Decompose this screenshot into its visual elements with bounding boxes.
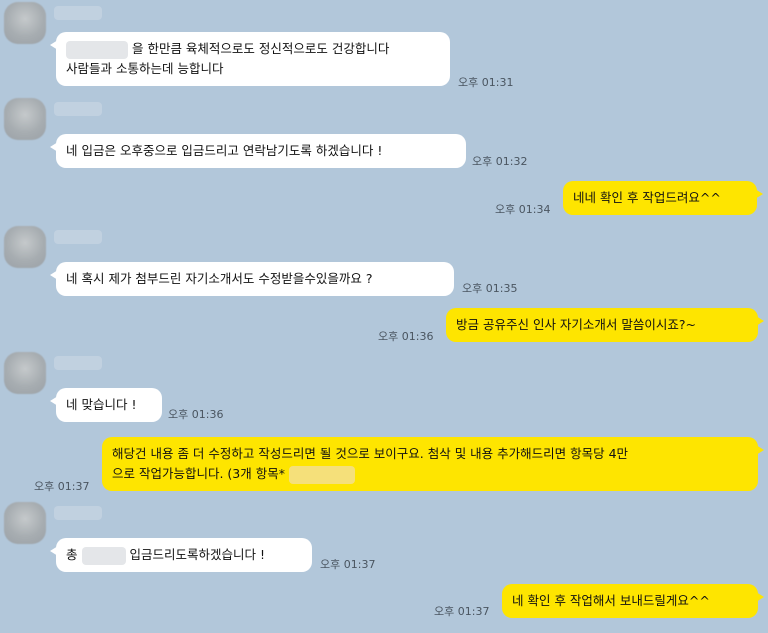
message-bubble-outgoing: 방금 공유주신 인사 자기소개서 말씀이시죠?~: [446, 308, 764, 342]
message-text: 으로 작업가능합니다. (3개 항목*: [112, 466, 285, 481]
sender-name: [54, 356, 102, 370]
message-text: 사람들과 소통하는데 능합니다: [66, 61, 224, 76]
sender-name: [54, 6, 102, 20]
message-text: 네네 확인 후 작업드려요^^: [573, 190, 721, 205]
message-text: 방금 공유주신 인사 자기소개서 말씀이시죠?~: [456, 317, 697, 332]
avatar[interactable]: [4, 2, 46, 44]
message-bubble-outgoing: 네네 확인 후 작업드려요^^: [563, 181, 763, 215]
message-time: 오후 01:37: [320, 558, 376, 571]
message-time: 오후 01:34: [495, 203, 551, 216]
redacted-text: [81, 546, 126, 565]
message-bubble-incoming: 네 맞습니다 !: [50, 388, 162, 422]
message-text: 네 맞습니다 !: [66, 397, 137, 412]
message-bubble-outgoing: 네 확인 후 작업해서 보내드릴게요^^: [502, 584, 764, 618]
redacted-text: [66, 40, 128, 59]
message-bubble-incoming: 을 한만큼 육체적으로도 정신적으로도 건강합니다 사람들과 소통하는데 능합니…: [50, 32, 450, 86]
avatar[interactable]: [4, 226, 46, 268]
message-text: 네 입금은 오후중으로 입금드리고 연락남기도록 하겠습니다 !: [66, 143, 383, 158]
avatar[interactable]: [4, 352, 46, 394]
message-text: 해당건 내용 좀 더 수정하고 작성드리면 될 것으로 보이구요. 첨삭 및 내…: [112, 446, 629, 461]
message-bubble-outgoing: 해당건 내용 좀 더 수정하고 작성드리면 될 것으로 보이구요. 첨삭 및 내…: [102, 437, 764, 491]
message-time: 오후 01:37: [34, 480, 90, 493]
message-time: 오후 01:36: [378, 330, 434, 343]
message-text: 입금드리도록하겠습니다 !: [129, 547, 265, 562]
message-bubble-incoming: 네 혹시 제가 첨부드린 자기소개서도 수정받을수있을까요 ?: [50, 262, 454, 296]
message-time: 오후 01:35: [462, 282, 518, 295]
message-time: 오후 01:32: [472, 155, 528, 168]
message-text: 을 한만큼 육체적으로도 정신적으로도 건강합니다: [131, 41, 390, 56]
message-text: 네 혹시 제가 첨부드린 자기소개서도 수정받을수있을까요 ?: [66, 271, 373, 286]
avatar[interactable]: [4, 98, 46, 140]
message-text: 네 확인 후 작업해서 보내드릴게요^^: [512, 593, 710, 608]
message-time: 오후 01:36: [168, 408, 224, 421]
avatar[interactable]: [4, 502, 46, 544]
message-time: 오후 01:31: [458, 76, 514, 89]
message-text: 총: [66, 547, 78, 562]
sender-name: [54, 506, 102, 520]
sender-name: [54, 102, 102, 116]
message-bubble-incoming: 네 입금은 오후중으로 입금드리고 연락남기도록 하겠습니다 !: [50, 134, 466, 168]
sender-name: [54, 230, 102, 244]
redacted-text: [288, 465, 355, 484]
message-bubble-incoming: 총 입금드리도록하겠습니다 !: [50, 538, 312, 572]
message-time: 오후 01:37: [434, 605, 490, 618]
